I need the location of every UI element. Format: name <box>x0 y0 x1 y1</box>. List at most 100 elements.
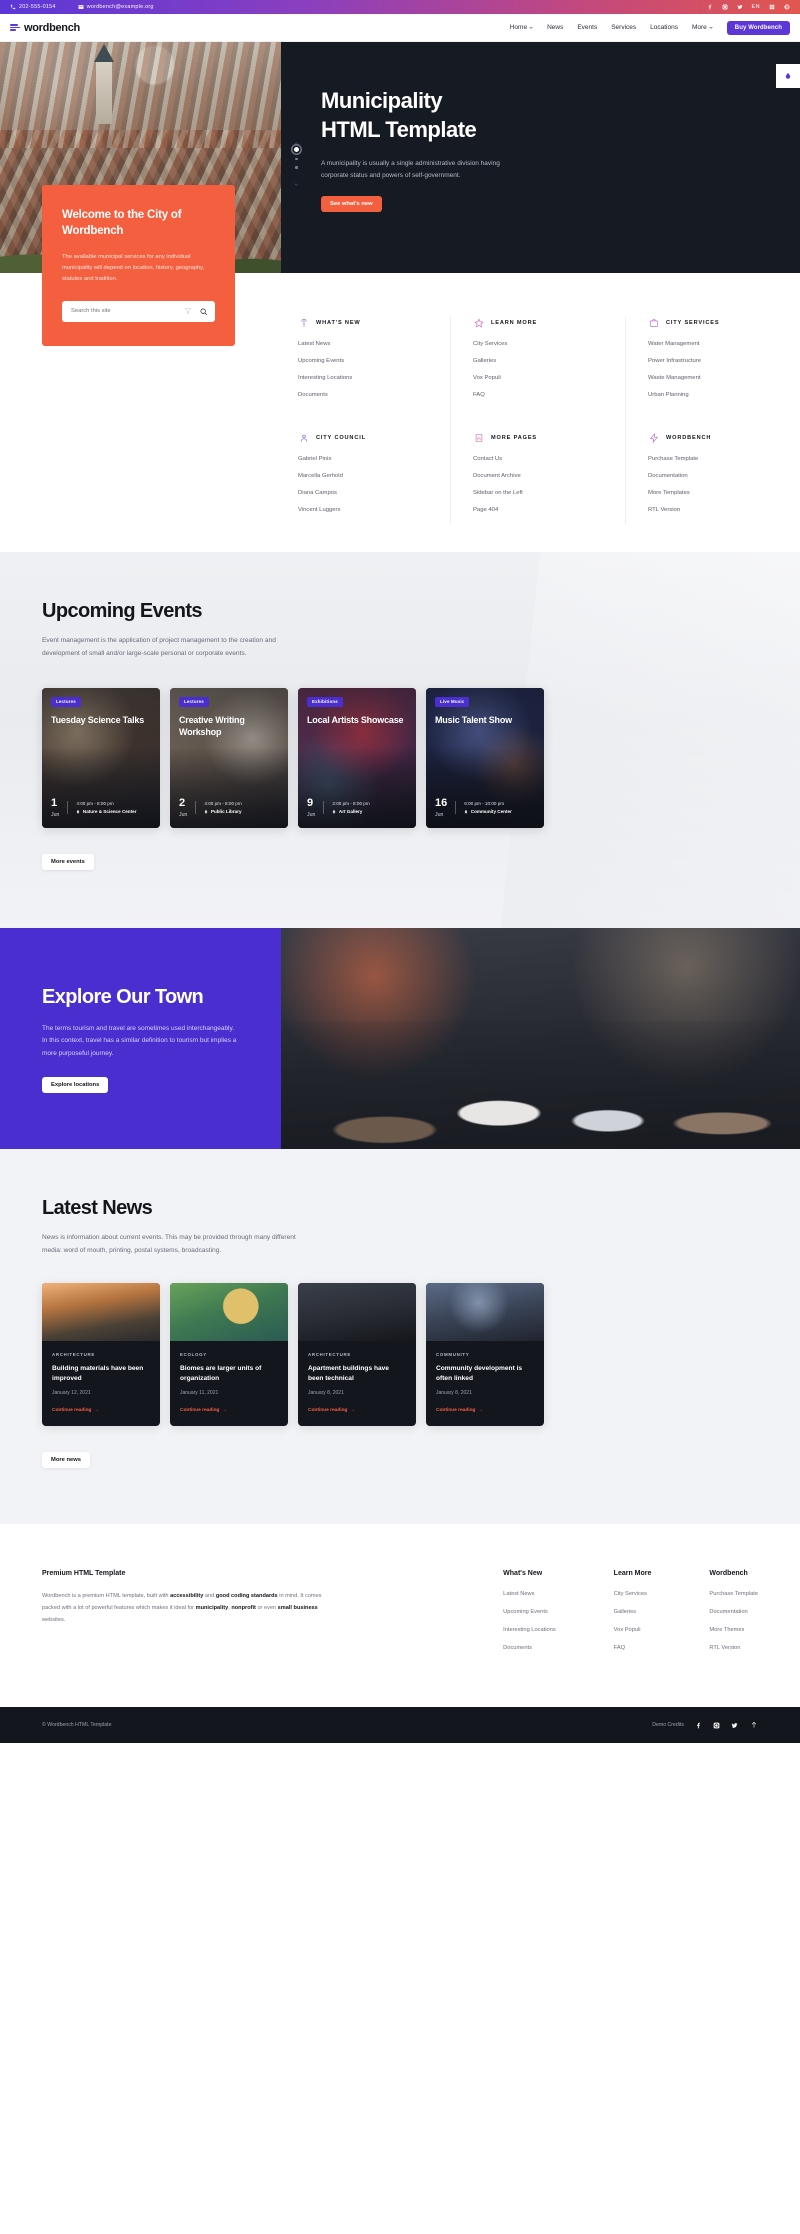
footer-link[interactable]: Upcoming Events <box>503 1609 556 1615</box>
event-card[interactable]: Lectures Tuesday Science Talks 1 Jun 4:0… <box>42 687 160 828</box>
event-card[interactable]: Exhibitions Local Artists Showcase 9 Jun… <box>298 687 416 828</box>
continue-reading-link[interactable]: Continue reading → <box>308 1408 406 1413</box>
mega-link[interactable]: Documentation <box>648 473 778 479</box>
mega-link[interactable]: FAQ <box>473 392 603 398</box>
footer-link[interactable]: Vox Populi <box>614 1627 652 1633</box>
footer-link[interactable]: Interesting Locations <box>503 1627 556 1633</box>
broadcast-icon <box>298 317 309 328</box>
event-meta: 4:00 pm - 8:00 pm Nature & Science Cente… <box>67 801 137 815</box>
mega-link[interactable]: Contact Us <box>473 456 603 462</box>
facebook-icon[interactable] <box>707 4 713 10</box>
demo-credits-link[interactable]: Demo Credits <box>652 1722 684 1728</box>
mega-link[interactable]: RTL Version <box>648 507 778 513</box>
mail-icon <box>78 5 84 9</box>
mega-column-3: CITY SERVICES Water Management Power Inf… <box>625 317 800 524</box>
footer-link[interactable]: RTL Version <box>709 1645 758 1651</box>
news-image <box>298 1283 416 1342</box>
event-card[interactable]: Lectures Creative Writing Workshop 2 Jun… <box>170 687 288 828</box>
nav-item-more[interactable]: More <box>692 24 713 31</box>
site-search <box>62 300 215 322</box>
event-month: Jun <box>307 811 316 818</box>
news-headline: Biomes are larger units of organization <box>180 1365 262 1382</box>
footer-link[interactable]: Galleries <box>614 1609 652 1615</box>
filter-icon[interactable] <box>184 302 192 320</box>
mega-link[interactable]: Galleries <box>473 358 603 364</box>
news-card[interactable]: ARCHITECTURE Building materials have bee… <box>42 1283 160 1427</box>
continue-reading-link[interactable]: Continue reading → <box>52 1408 150 1413</box>
mega-link[interactable]: Vincent Luggers <box>298 507 428 513</box>
footer-link[interactable]: Latest News <box>503 1591 556 1597</box>
mega-link[interactable]: Page 404 <box>473 507 603 513</box>
mega-link[interactable]: Documents <box>298 392 428 398</box>
star-icon <box>473 317 484 328</box>
more-news-button[interactable]: More news <box>42 1452 90 1469</box>
news-date: January 12, 2021 <box>52 1390 91 1397</box>
mega-link[interactable]: Vox Populi <box>473 375 603 381</box>
more-events-button[interactable]: More events <box>42 853 94 870</box>
search-submit-button[interactable] <box>196 304 211 319</box>
back-to-top-icon[interactable] <box>749 1721 758 1730</box>
twitter-icon[interactable] <box>737 4 743 10</box>
mega-link[interactable]: Water Management <box>648 341 778 347</box>
mega-link[interactable]: Urban Planning <box>648 392 778 398</box>
buy-wordbench-button[interactable]: Buy Wordbench <box>726 20 790 35</box>
news-card[interactable]: COMMUNITY Community development is often… <box>426 1283 544 1427</box>
footer-link[interactable]: More Themes <box>709 1627 758 1633</box>
mega-link[interactable]: Upcoming Events <box>298 358 428 364</box>
mega-link[interactable]: Gabriel Pinis <box>298 456 428 462</box>
globe-icon[interactable] <box>784 4 790 10</box>
nav-item-events[interactable]: Events <box>577 24 597 31</box>
footer-column-whats-new: What's New Latest News Upcoming Events I… <box>503 1570 556 1663</box>
event-place-row: Art Gallery <box>332 809 369 814</box>
footer-bar: © Wordbench HTML Template Demo Credits <box>0 1707 800 1744</box>
mega-link[interactable]: Waste Management <box>648 375 778 381</box>
mega-link[interactable]: Diana Campos <box>298 490 428 496</box>
brand-logo[interactable]: wordbench <box>10 22 80 34</box>
news-card[interactable]: ECOLOGY Biomes are larger units of organ… <box>170 1283 288 1427</box>
mega-link[interactable]: Purchase Template <box>648 456 778 462</box>
hero-cta-button[interactable]: See what's new <box>321 195 382 212</box>
news-card[interactable]: ARCHITECTURE Apartment buildings have be… <box>298 1283 416 1427</box>
about-part-5: or even <box>255 1605 278 1612</box>
continue-reading-link[interactable]: Continue reading → <box>436 1408 534 1413</box>
instagram-icon[interactable] <box>722 4 728 10</box>
footer-about-body: Wordbench is a premium HTML template, bu… <box>42 1591 332 1626</box>
nav-item-services[interactable]: Services <box>611 24 636 31</box>
mega-link[interactable]: Latest News <box>298 341 428 347</box>
topbar-email[interactable]: wordbench@example.org <box>78 4 154 10</box>
facebook-icon[interactable] <box>695 1722 702 1729</box>
footer-link[interactable]: FAQ <box>614 1645 652 1651</box>
nav-item-news[interactable]: News <box>547 24 563 31</box>
mega-link[interactable]: Sidebar on the Left <box>473 490 603 496</box>
mega-link[interactable]: More Templates <box>648 490 778 496</box>
water-drop-icon[interactable] <box>776 64 800 88</box>
continue-reading-link[interactable]: Continue reading → <box>180 1408 278 1413</box>
chevron-down-icon[interactable] <box>293 175 300 186</box>
explore-locations-button[interactable]: Explore locations <box>42 1076 109 1093</box>
event-card[interactable]: Live Music Music Talent Show 16 Jun 6:00… <box>426 687 544 828</box>
instagram-icon[interactable] <box>713 1722 720 1729</box>
slider-dot-3[interactable] <box>295 166 298 169</box>
topbar-lang[interactable]: EN <box>752 4 760 10</box>
nav-item-home[interactable]: Home <box>510 24 534 31</box>
mega-link[interactable]: Marcella Gerhold <box>298 473 428 479</box>
mega-link[interactable]: Power Infrastructure <box>648 358 778 364</box>
topbar-phone[interactable]: 202-555-0154 <box>10 4 56 10</box>
hero-title-line-2: HTML Template <box>321 117 477 143</box>
slider-dot-2[interactable] <box>295 157 298 160</box>
nav-item-locations[interactable]: Locations <box>650 24 678 31</box>
welcome-and-links-section: Welcome to the City of Wordbench The ava… <box>0 185 800 552</box>
mega-link[interactable]: Interesting Locations <box>298 375 428 381</box>
footer-link[interactable]: Documentation <box>709 1609 758 1615</box>
chevron-up-icon[interactable] <box>293 134 300 145</box>
grid-icon[interactable] <box>769 4 775 10</box>
twitter-icon[interactable] <box>731 1722 738 1729</box>
event-title: Local Artists Showcase <box>307 714 404 725</box>
mega-link[interactable]: City Services <box>473 341 603 347</box>
footer-link[interactable]: City Services <box>614 1591 652 1597</box>
slider-dot-1[interactable] <box>294 146 299 152</box>
search-input[interactable] <box>71 308 180 315</box>
footer-link[interactable]: Purchase Template <box>709 1591 758 1597</box>
mega-link[interactable]: Document Archive <box>473 473 603 479</box>
footer-link[interactable]: Documents <box>503 1645 556 1651</box>
